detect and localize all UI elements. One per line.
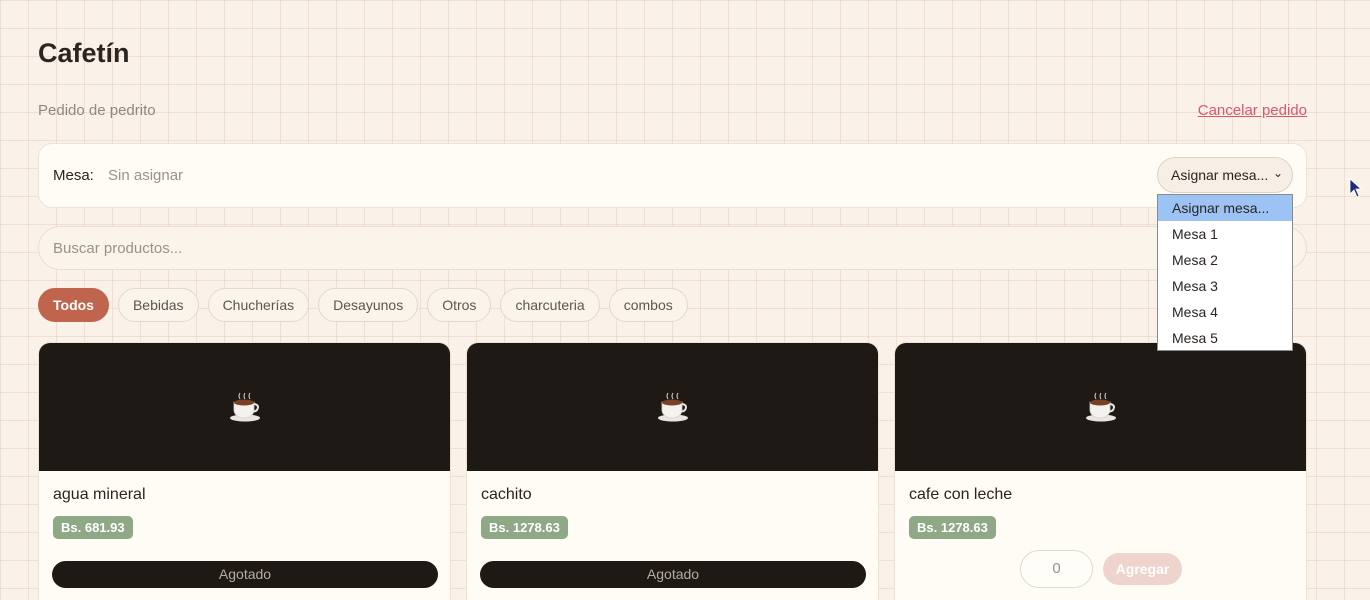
price-badge: Bs. 1278.63 bbox=[481, 516, 568, 539]
category-filter-bar: Todos Bebidas Chucherías Desayunos Otros… bbox=[38, 288, 688, 322]
product-name: cachito bbox=[481, 486, 532, 503]
product-image bbox=[467, 343, 878, 471]
product-image bbox=[39, 343, 450, 471]
category-chip-todos[interactable]: Todos bbox=[38, 288, 109, 322]
chevron-down-icon: ⌄ bbox=[1272, 166, 1283, 180]
sold-out-button[interactable]: Agotado bbox=[480, 561, 866, 588]
table-label: Mesa: bbox=[53, 167, 94, 184]
product-card: cafe con leche Bs. 1278.63 0 Agregar bbox=[894, 342, 1307, 600]
order-subtitle: Pedido de pedrito bbox=[38, 102, 156, 119]
assign-table-select[interactable]: Asignar mesa... ⌄ bbox=[1157, 157, 1293, 193]
product-name: cafe con leche bbox=[909, 486, 1013, 503]
quantity-input[interactable]: 0 bbox=[1020, 550, 1093, 588]
table-value: Sin asignar bbox=[108, 167, 184, 184]
dropdown-option[interactable]: Mesa 5 bbox=[1158, 325, 1292, 351]
add-to-order-button[interactable]: Agregar bbox=[1103, 553, 1182, 585]
category-chip-desayunos[interactable]: Desayunos bbox=[318, 288, 419, 322]
category-chip-otros[interactable]: Otros bbox=[427, 288, 492, 322]
product-image bbox=[895, 343, 1306, 471]
price-badge: Bs. 1278.63 bbox=[909, 516, 996, 539]
dropdown-option[interactable]: Mesa 2 bbox=[1158, 247, 1292, 273]
category-chip-chucherias[interactable]: Chucherías bbox=[207, 288, 310, 322]
coffee-cup-icon bbox=[1085, 392, 1116, 422]
dropdown-option[interactable]: Mesa 3 bbox=[1158, 273, 1292, 299]
mouse-pointer-icon bbox=[1349, 178, 1363, 198]
sold-out-button[interactable]: Agotado bbox=[52, 561, 438, 588]
table-assignment-panel: Mesa: Sin asignar Asignar mesa... ⌄ bbox=[38, 143, 1307, 208]
category-chip-charcuteria[interactable]: charcuteria bbox=[500, 288, 600, 322]
assign-table-dropdown: Asignar mesa... Mesa 1 Mesa 2 Mesa 3 Mes… bbox=[1157, 194, 1293, 351]
page-title: Cafetín bbox=[38, 38, 130, 68]
product-card: agua mineral Bs. 681.93 Agotado bbox=[38, 342, 451, 600]
dropdown-option[interactable]: Asignar mesa... bbox=[1158, 195, 1292, 221]
category-chip-combos[interactable]: combos bbox=[608, 288, 688, 322]
category-chip-bebidas[interactable]: Bebidas bbox=[117, 288, 199, 322]
dropdown-option[interactable]: Mesa 4 bbox=[1158, 299, 1292, 325]
cancel-order-link[interactable]: Cancelar pedido bbox=[1198, 102, 1307, 119]
product-name: agua mineral bbox=[53, 486, 146, 503]
price-badge: Bs. 681.93 bbox=[53, 516, 133, 539]
coffee-cup-icon bbox=[657, 392, 688, 422]
dropdown-option[interactable]: Mesa 1 bbox=[1158, 221, 1292, 247]
assign-table-select-value: Asignar mesa... bbox=[1171, 167, 1269, 183]
product-card: cachito Bs. 1278.63 Agotado bbox=[466, 342, 879, 600]
coffee-cup-icon bbox=[229, 392, 260, 422]
search-input[interactable] bbox=[38, 226, 1307, 270]
